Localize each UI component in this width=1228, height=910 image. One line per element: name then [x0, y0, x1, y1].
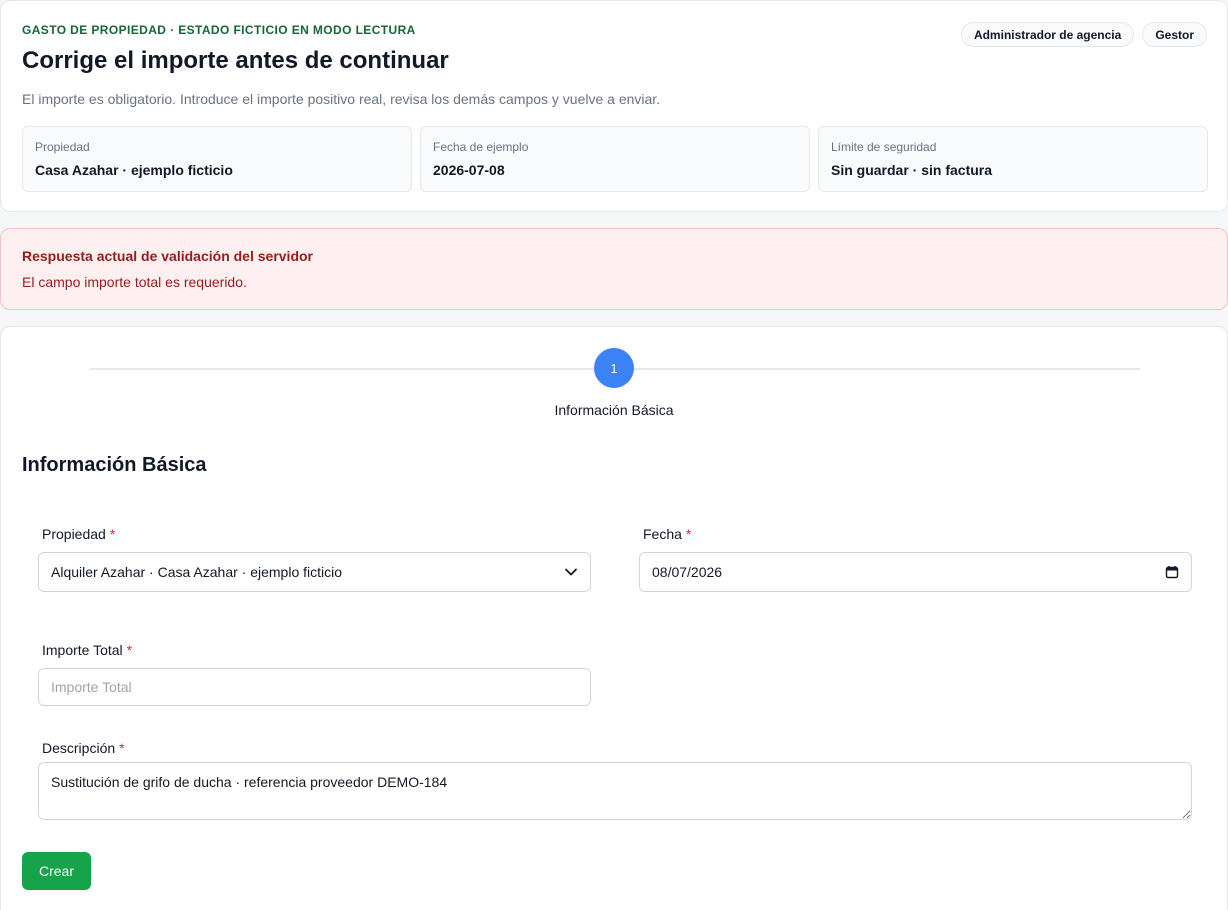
section-title: Información Básica	[22, 454, 207, 476]
required-mark: *	[685, 526, 692, 542]
required-mark: *	[126, 642, 133, 658]
date-input-value: 08/07/2026	[652, 564, 723, 580]
amount-input[interactable]	[51, 679, 578, 695]
role-pills: Administrador de agencia Gestor	[960, 22, 1207, 47]
info-value: Sin guardar · sin factura	[831, 162, 993, 178]
description-field-label: Descripción *	[42, 740, 125, 756]
header-card: GASTO DE PROPIEDAD · ESTADO FICTICIO EN …	[0, 0, 1228, 212]
info-label: Fecha de ejemplo	[433, 140, 529, 154]
step-label: Información Básica	[554, 402, 674, 418]
alert-message: El campo importe total es requerido.	[22, 274, 247, 290]
page-eyebrow: GASTO DE PROPIEDAD · ESTADO FICTICIO EN …	[22, 23, 416, 37]
role-pill-agency-admin: Administrador de agencia	[960, 22, 1135, 47]
page-subtitle: El importe es obligatorio. Introduce el …	[22, 91, 661, 107]
info-box-safety-limit: Límite de seguridad Sin guardar · sin fa…	[818, 126, 1208, 192]
required-mark: *	[119, 740, 125, 756]
create-button[interactable]: Crear	[22, 852, 91, 890]
chevron-down-icon	[564, 565, 578, 579]
amount-label-text: Importe Total	[42, 642, 123, 658]
alert-title: Respuesta actual de validación del servi…	[22, 248, 313, 264]
step-indicator: 1	[594, 348, 634, 388]
info-box-property: Propiedad Casa Azahar · ejemplo ficticio	[22, 126, 412, 192]
property-field-label: Propiedad *	[42, 526, 115, 542]
page-title: Corrige el importe antes de continuar	[22, 47, 449, 74]
required-mark: *	[109, 526, 116, 542]
date-input[interactable]: 08/07/2026	[639, 552, 1192, 592]
info-label: Propiedad	[35, 140, 90, 154]
date-field-label: Fecha *	[643, 526, 691, 542]
info-label: Límite de seguridad	[831, 140, 937, 154]
validation-alert: Respuesta actual de validación del servi…	[0, 228, 1228, 310]
date-label-text: Fecha	[643, 526, 682, 542]
property-select[interactable]: Alquiler Azahar · Casa Azahar · ejemplo …	[38, 552, 591, 592]
description-textarea[interactable]: Sustitución de grifo de ducha · referenc…	[38, 762, 1192, 820]
calendar-icon[interactable]	[1165, 565, 1179, 579]
form-card: 1 Información Básica Información Básica …	[0, 326, 1228, 910]
info-box-sample-date: Fecha de ejemplo 2026-07-08	[420, 126, 810, 192]
summary-info-row: Propiedad Casa Azahar · ejemplo ficticio…	[22, 126, 1208, 192]
amount-field[interactable]	[38, 668, 591, 706]
info-value: Casa Azahar · ejemplo ficticio	[35, 162, 233, 178]
description-label-text: Descripción	[42, 740, 116, 756]
property-label-text: Propiedad	[42, 526, 106, 542]
property-select-value: Alquiler Azahar · Casa Azahar · ejemplo …	[51, 564, 343, 580]
role-pill-manager: Gestor	[1142, 22, 1207, 47]
amount-field-label: Importe Total *	[42, 642, 132, 658]
info-value: 2026-07-08	[433, 162, 505, 178]
